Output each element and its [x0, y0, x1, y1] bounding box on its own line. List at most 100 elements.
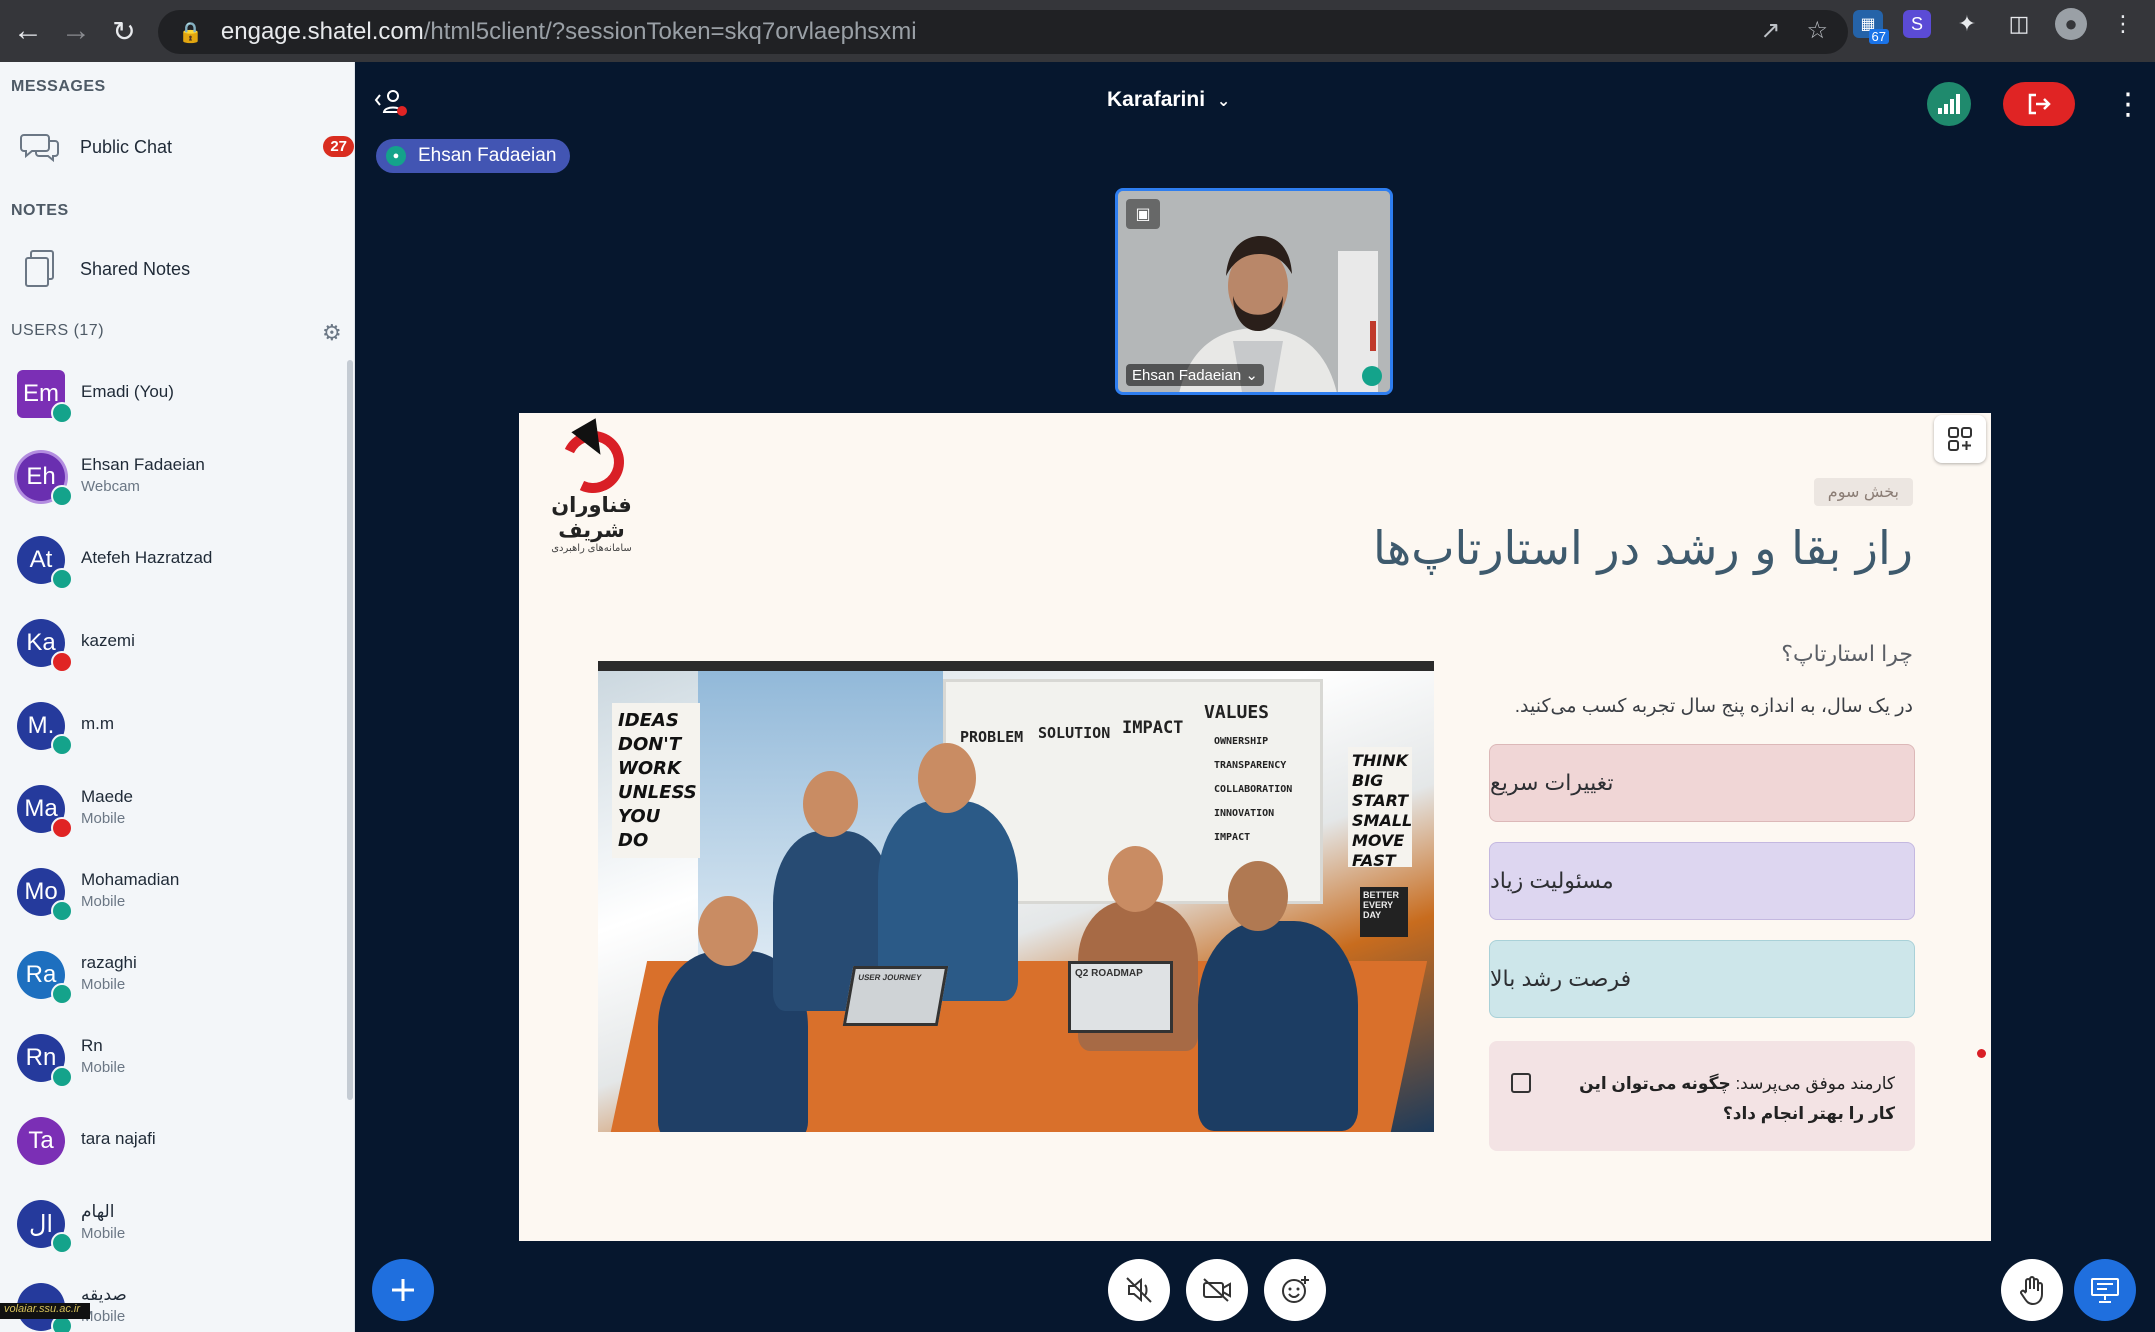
think-big-poster: THINK BIG START SMALL MOVE FAST — [1348, 747, 1412, 870]
company-logo: فناوران شریف سامانه‌های راهبردی — [534, 418, 649, 554]
user-list-item[interactable]: Ta tara najafi — [0, 1101, 352, 1183]
user-list-item[interactable]: At Atefeh Hazratzad — [0, 520, 352, 602]
user-list-item[interactable]: M. m.m — [0, 686, 352, 768]
user-list-item[interactable]: Ma Maede Mobile — [0, 769, 352, 851]
user-list-item[interactable]: Eh Ehsan Fadaeian Webcam — [0, 437, 352, 519]
connection-status-button[interactable] — [1927, 82, 1971, 126]
benefit-box-3: فرصت رشد بالا — [1489, 940, 1915, 1018]
note-prefix: کارمند موفق می‌پرسد: — [1730, 1074, 1895, 1093]
extension-icon[interactable]: ▦ 67 — [1853, 10, 1889, 44]
user-name: m.m — [81, 714, 115, 733]
benefit-box-1: تغییرات سریع — [1489, 744, 1915, 822]
slide-title: راز بقا و رشد در استارتاپ‌ها — [1372, 521, 1913, 575]
audio-status-icon — [51, 900, 73, 922]
exit-icon — [2028, 93, 2051, 115]
reload-button[interactable]: ↻ — [100, 7, 148, 55]
address-bar[interactable]: 🔒 engage.shatel.com/html5client/?session… — [158, 10, 1848, 54]
toggle-presentation-button[interactable] — [2074, 1259, 2136, 1321]
section-tag: بخش سوم — [1813, 478, 1913, 506]
options-menu-icon[interactable]: ⋮ — [2113, 84, 2143, 124]
user-device-label: Webcam — [81, 478, 140, 495]
user-name: Maede — [81, 787, 133, 806]
talking-indicator[interactable]: ● Ehsan Fadaeian — [376, 139, 571, 173]
webcam-video-tile[interactable]: ▣ Ehsan Fadaeian ⌄ — [1115, 188, 1393, 395]
audio-status-icon — [51, 1066, 73, 1088]
notes-document-icon — [0, 249, 80, 289]
leave-meeting-button[interactable] — [2003, 82, 2075, 126]
slide-question: چرا استارتاپ؟ — [1781, 641, 1913, 666]
user-device-label: Mobile — [81, 1225, 126, 1242]
plus-icon — [392, 1279, 414, 1301]
user-list-item[interactable]: Ra razaghi Mobile — [0, 935, 352, 1017]
camera-off-icon — [1203, 1278, 1231, 1302]
audio-status-icon — [51, 734, 73, 756]
forward-button[interactable]: → — [52, 7, 100, 55]
user-device-label: Mobile — [81, 1059, 126, 1076]
user-name: Rn — [81, 1036, 103, 1055]
back-button[interactable]: ← — [4, 7, 52, 55]
shared-notes-item[interactable]: Shared Notes — [0, 239, 352, 299]
user-list-item[interactable]: Mo Mohamadian Mobile — [0, 852, 352, 934]
user-list-item[interactable]: Em Emadi (You) — [0, 354, 352, 436]
team-meeting-illustration: IDEAS DON'T WORK UNLESS YOU DO PROBLEM S… — [598, 661, 1434, 1132]
audio-off-icon — [1126, 1277, 1152, 1303]
profile-avatar-icon[interactable]: ● — [2055, 8, 2087, 40]
actions-plus-button[interactable] — [372, 1259, 434, 1321]
lock-icon: 🔒 — [178, 21, 203, 44]
slide-statement: در یک سال، به اندازه پنج سال تجربه کسب م… — [1514, 696, 1913, 717]
reactions-button[interactable] — [1264, 1259, 1326, 1321]
browser-menu-icon[interactable]: ⋮ — [2107, 8, 2139, 40]
webcam-name-label[interactable]: Ehsan Fadaeian ⌄ — [1126, 364, 1264, 386]
wb-solution: SOLUTION — [1038, 724, 1111, 742]
share-icon[interactable]: ↗ — [1760, 16, 1780, 45]
extension-s-icon[interactable]: S — [1903, 10, 1931, 38]
sidebar-scrollbar[interactable] — [347, 360, 353, 1100]
hand-icon — [2020, 1276, 2043, 1306]
public-chat-item[interactable]: Public Chat — [0, 117, 352, 177]
audio-status-icon — [51, 1232, 73, 1254]
wb-value-2: TRANSPARENCY — [1214, 760, 1287, 771]
presentation-screen-icon — [2091, 1278, 2119, 1303]
user-list-item[interactable]: ال الهام Mobile — [0, 1184, 352, 1266]
speaker-name: Ehsan Fadaeian — [418, 145, 557, 166]
audio-status-icon — [51, 817, 73, 839]
meeting-title[interactable]: Karafarini ⌄ — [1107, 88, 1230, 112]
puzzle-extensions-icon[interactable]: ✦ — [1951, 8, 1983, 40]
user-list-item[interactable]: Ka kazemi — [0, 603, 352, 685]
logo-subtitle: سامانه‌های راهبردی — [551, 543, 632, 554]
user-device-label: Mobile — [81, 810, 126, 827]
grid-layout-icon — [1948, 427, 1972, 451]
user-name: tara najafi — [81, 1129, 156, 1148]
user-device-label: Mobile — [81, 976, 126, 993]
wb-values: VALUES — [1204, 702, 1270, 723]
user-list-item[interactable]: صدیقه Mobile — [0, 1267, 352, 1332]
user-name: صدیقه — [81, 1285, 127, 1304]
user-list-icon — [374, 90, 407, 116]
layout-grid-button[interactable] — [1934, 415, 1986, 463]
chat-bubbles-icon — [0, 129, 80, 165]
user-list-item[interactable]: Rn Rn Mobile — [0, 1018, 352, 1100]
user-name: razaghi — [81, 953, 137, 972]
audio-status-icon — [51, 402, 73, 424]
wb-value-5: IMPACT — [1214, 832, 1251, 843]
user-device-label: Mobile — [81, 893, 126, 910]
meeting-main-area: Karafarini ⌄ ⋮ ● Ehsan Fadaeian ▣ Ehsan … — [355, 62, 2155, 1332]
laptop-screen-1: USER JOURNEY — [842, 966, 949, 1026]
wb-impact: IMPACT — [1122, 718, 1184, 738]
audio-status-icon — [51, 568, 73, 590]
share-webcam-button[interactable] — [1186, 1259, 1248, 1321]
user-name: kazemi — [81, 631, 135, 650]
raise-hand-button[interactable] — [2001, 1259, 2063, 1321]
user-name: Ehsan Fadaeian — [81, 455, 205, 474]
unread-count-badge: 27 — [323, 136, 354, 157]
mic-icon: ● — [386, 146, 406, 166]
wb-value-4: INNOVATION — [1214, 808, 1275, 819]
toggle-userlist-button[interactable] — [373, 84, 409, 120]
bookmark-star-icon[interactable]: ☆ — [1806, 16, 1828, 45]
join-audio-button[interactable] — [1108, 1259, 1170, 1321]
users-settings-gear-icon[interactable]: ⚙ — [322, 320, 342, 346]
side-panel-icon[interactable]: ◫ — [2003, 8, 2035, 40]
presentation-icon: ▣ — [1126, 199, 1160, 229]
shared-notes-label: Shared Notes — [80, 258, 191, 279]
audio-status-icon — [51, 983, 73, 1005]
